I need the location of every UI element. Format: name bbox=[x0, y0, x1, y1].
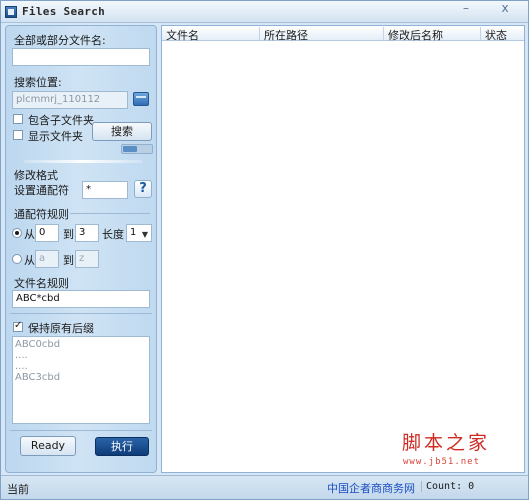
column-header-new-name[interactable]: 修改后名称 bbox=[384, 27, 481, 42]
location-label: 搜索位置: bbox=[14, 76, 62, 89]
status-text: 当前 bbox=[7, 483, 29, 496]
wildcard-label: 设置通配符 bbox=[14, 184, 69, 197]
to-label: 到 bbox=[63, 228, 74, 241]
length-select[interactable]: 1 ▼ bbox=[126, 224, 152, 242]
minimize-button[interactable]: – bbox=[455, 1, 477, 18]
toggle-knob bbox=[123, 146, 137, 152]
filename-rule-input[interactable]: ABC*cbd bbox=[12, 290, 150, 308]
chevron-down-icon: ▼ bbox=[141, 230, 148, 239]
watermark-logo: 脚本之家 bbox=[402, 432, 491, 454]
window-title: Files Search bbox=[22, 5, 106, 18]
bottom-divider bbox=[10, 430, 152, 431]
location-input[interactable]: plcmmrj_110112 bbox=[12, 91, 128, 109]
column-header-path[interactable]: 所在路径 bbox=[260, 27, 384, 42]
close-button[interactable]: x bbox=[481, 1, 525, 18]
filename-rule-label: 文件名规则 bbox=[14, 277, 69, 290]
close-icon: x bbox=[501, 1, 509, 15]
length-value: 1 bbox=[130, 227, 137, 238]
column-header-filename[interactable]: 文件名 bbox=[162, 27, 260, 42]
section-divider bbox=[10, 313, 152, 314]
numeric-range-radio[interactable] bbox=[12, 228, 22, 238]
toggle-switch[interactable] bbox=[121, 144, 153, 154]
ready-button[interactable]: Ready bbox=[20, 436, 76, 456]
app-window: Files Search – x 全部或部分文件名: 搜索位置: plcmmrj… bbox=[0, 0, 529, 500]
length-label: 长度 bbox=[102, 228, 124, 241]
filename-input[interactable] bbox=[12, 48, 150, 66]
to-input[interactable]: 3 bbox=[75, 224, 99, 242]
status-bar: 当前 中国企者商商务网 Count: 0 bbox=[1, 475, 528, 499]
format-label: 修改格式 bbox=[14, 169, 58, 182]
from-letter-input[interactable]: a bbox=[35, 250, 59, 268]
letter-range-radio[interactable] bbox=[12, 254, 22, 264]
to-letter-input[interactable]: z bbox=[75, 250, 99, 268]
keep-extension-checkbox[interactable] bbox=[13, 320, 23, 332]
preview-line: .... bbox=[15, 361, 28, 372]
to-label-2: 到 bbox=[63, 254, 74, 267]
control-panel: 全部或部分文件名: 搜索位置: plcmmrj_110112 包含子文件夹 显示… bbox=[5, 25, 157, 473]
status-link[interactable]: 中国企者商商务网 bbox=[327, 480, 415, 496]
status-count: Count: 0 bbox=[421, 481, 474, 492]
app-icon bbox=[5, 6, 17, 18]
splitter-handle[interactable] bbox=[24, 160, 142, 163]
show-folders-checkbox[interactable] bbox=[13, 130, 23, 140]
preview-line: .... bbox=[15, 350, 28, 361]
from-label-2: 从 bbox=[24, 254, 35, 267]
title-bar[interactable]: Files Search – x bbox=[1, 1, 528, 23]
table-header: 文件名 所在路径 修改后名称 状态 bbox=[162, 26, 524, 42]
browse-folder-icon[interactable] bbox=[133, 92, 149, 106]
search-button[interactable]: 搜索 bbox=[92, 122, 152, 141]
wildcard-input[interactable]: * bbox=[82, 181, 128, 199]
preview-line: ABC3cbd bbox=[15, 372, 61, 383]
include-subfolders-label: 包含子文件夹 bbox=[28, 114, 94, 127]
help-icon[interactable]: ? bbox=[134, 180, 152, 198]
execute-button[interactable]: 执行 bbox=[95, 437, 149, 456]
column-header-status[interactable]: 状态 bbox=[481, 27, 524, 42]
filename-label: 全部或部分文件名: bbox=[14, 34, 106, 47]
results-table[interactable]: 文件名 所在路径 修改后名称 状态 脚本之家 www.jb51.net bbox=[161, 25, 525, 473]
keep-extension-label: 保持原有后缀 bbox=[28, 322, 94, 335]
include-subfolders-checkbox[interactable] bbox=[13, 114, 23, 124]
watermark-url: www.jb51.net bbox=[403, 457, 481, 467]
rules-label: 通配符规则 bbox=[14, 208, 69, 221]
rules-divider bbox=[70, 213, 150, 214]
from-input[interactable]: 0 bbox=[35, 224, 59, 242]
from-label: 从 bbox=[24, 228, 35, 241]
preview-box: ABC0cbd .... .... ABC3cbd bbox=[12, 336, 150, 424]
show-folders-label: 显示文件夹 bbox=[28, 130, 83, 143]
preview-line: ABC0cbd bbox=[15, 339, 61, 350]
